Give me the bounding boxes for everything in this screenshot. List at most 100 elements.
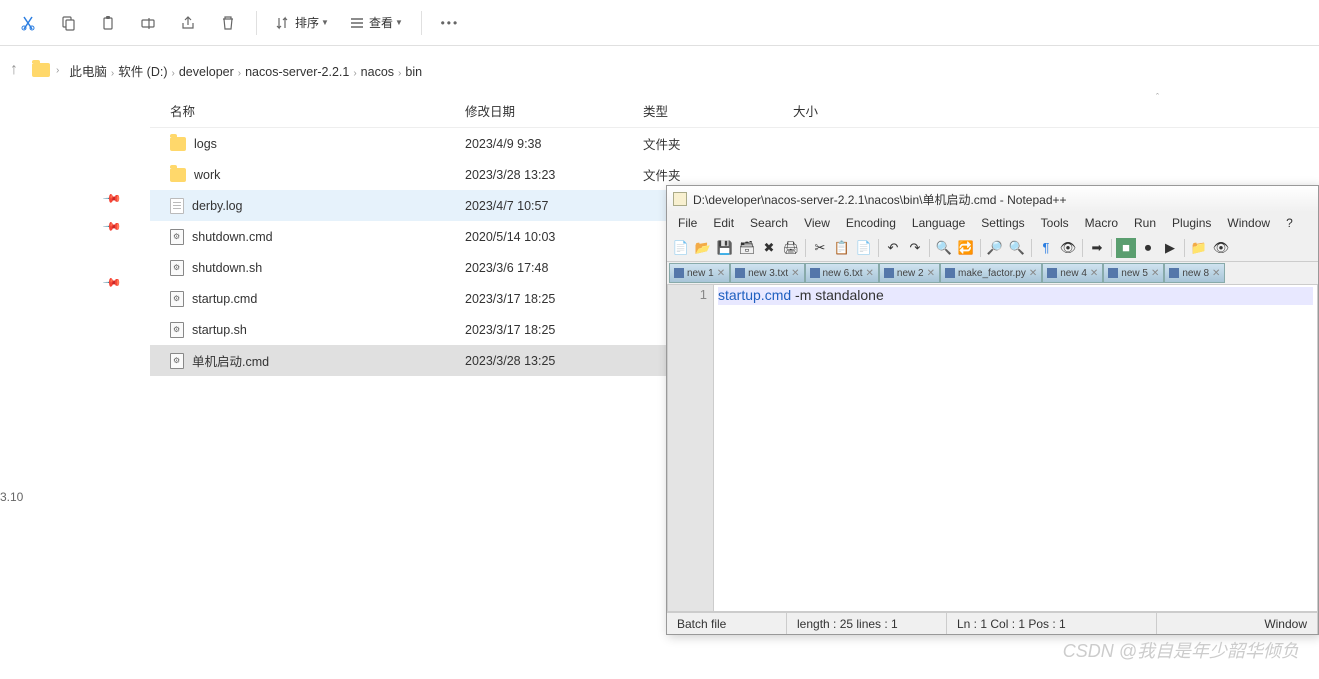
monitor-icon[interactable]: 👁 bbox=[1211, 238, 1231, 258]
cut-button[interactable] bbox=[10, 5, 46, 41]
status-filetype: Batch file bbox=[667, 613, 787, 634]
indent-icon[interactable]: ➡ bbox=[1087, 238, 1107, 258]
tab-close-icon[interactable]: ✕ bbox=[927, 268, 935, 279]
col-name[interactable]: 名称 bbox=[150, 101, 465, 120]
show-symbols-icon[interactable]: 👁 bbox=[1058, 238, 1078, 258]
pin-column: 📌 📌 📌 📌 bbox=[0, 94, 150, 679]
editor-tab[interactable]: new 3.txt✕ bbox=[730, 263, 804, 283]
menu-tools[interactable]: Tools bbox=[1034, 214, 1076, 232]
file-date: 2023/3/6 17:48 bbox=[465, 261, 643, 275]
zoom-in-icon[interactable]: 🔎 bbox=[985, 238, 1005, 258]
breadcrumb-segment[interactable]: 软件 (D:) bbox=[114, 63, 171, 81]
tab-close-icon[interactable]: ✕ bbox=[1212, 268, 1220, 279]
menu-view[interactable]: View bbox=[797, 214, 837, 232]
code-area[interactable]: startup.cmd -m standalone bbox=[714, 285, 1317, 611]
sort-button[interactable]: 排序 ▼ bbox=[267, 5, 337, 41]
editor-tab[interactable]: new 1✕ bbox=[669, 263, 730, 283]
record-macro-icon[interactable]: ⏺ bbox=[1138, 238, 1158, 258]
tab-file-icon bbox=[884, 268, 894, 278]
menu-?[interactable]: ? bbox=[1279, 214, 1300, 232]
file-name: startup.sh bbox=[192, 323, 247, 337]
open-file-icon[interactable]: 📂 bbox=[693, 238, 713, 258]
editor-tab[interactable]: new 8✕ bbox=[1164, 263, 1225, 283]
tab-close-icon[interactable]: ✕ bbox=[1090, 268, 1098, 279]
rename-button[interactable] bbox=[130, 5, 166, 41]
breadcrumb-segment[interactable]: nacos bbox=[357, 63, 398, 81]
find-icon[interactable]: 🔍 bbox=[934, 238, 954, 258]
menu-run[interactable]: Run bbox=[1127, 214, 1163, 232]
paste-button[interactable] bbox=[90, 5, 126, 41]
highlight-icon[interactable]: ■ bbox=[1116, 238, 1136, 258]
col-type[interactable]: 类型 bbox=[643, 101, 793, 120]
replace-icon[interactable]: 🔁 bbox=[956, 238, 976, 258]
chevron-down-icon: ▼ bbox=[395, 18, 403, 27]
npp-tabs: new 1✕new 3.txt✕new 6.txt✕new 2✕make_fac… bbox=[667, 262, 1318, 284]
editor-tab[interactable]: new 4✕ bbox=[1042, 263, 1103, 283]
col-date[interactable]: 修改日期 bbox=[465, 101, 643, 120]
list-header[interactable]: 名称 ˆ 修改日期 类型 大小 bbox=[150, 94, 1319, 128]
print-icon[interactable]: 🖨 bbox=[781, 238, 801, 258]
npp-title-text: D:\developer\nacos-server-2.2.1\nacos\bi… bbox=[693, 191, 1067, 208]
breadcrumb-segment[interactable]: 此电脑 bbox=[65, 63, 111, 81]
tab-close-icon[interactable]: ✕ bbox=[866, 268, 874, 279]
save-icon[interactable]: 💾 bbox=[715, 238, 735, 258]
file-row[interactable]: logs2023/4/9 9:38文件夹 bbox=[150, 128, 1319, 159]
menu-edit[interactable]: Edit bbox=[706, 214, 741, 232]
col-size[interactable]: 大小 bbox=[793, 101, 893, 120]
save-all-icon[interactable]: 🗃 bbox=[737, 238, 757, 258]
editor-tab[interactable]: new 5✕ bbox=[1103, 263, 1164, 283]
sort-label: 排序 bbox=[295, 14, 319, 31]
menu-search[interactable]: Search bbox=[743, 214, 795, 232]
menu-settings[interactable]: Settings bbox=[974, 214, 1031, 232]
code-line[interactable]: startup.cmd -m standalone bbox=[718, 287, 1313, 305]
breadcrumb-up-icon[interactable]: ↑ bbox=[10, 61, 26, 79]
tab-close-icon[interactable]: ✕ bbox=[1029, 268, 1037, 279]
new-file-icon[interactable]: 📄 bbox=[671, 238, 691, 258]
breadcrumb-segment[interactable]: bin bbox=[401, 63, 426, 81]
redo-icon[interactable]: ↷ bbox=[905, 238, 925, 258]
menu-window[interactable]: Window bbox=[1220, 214, 1277, 232]
play-macro-icon[interactable]: ▶ bbox=[1160, 238, 1180, 258]
npp-titlebar[interactable]: D:\developer\nacos-server-2.2.1\nacos\bi… bbox=[667, 186, 1318, 212]
undo-icon[interactable]: ↶ bbox=[883, 238, 903, 258]
copy-icon[interactable]: 📋 bbox=[832, 238, 852, 258]
menu-plugins[interactable]: Plugins bbox=[1165, 214, 1218, 232]
breadcrumb: ↑ › 此电脑›软件 (D:)›developer›nacos-server-2… bbox=[0, 46, 1319, 94]
tab-close-icon[interactable]: ✕ bbox=[1151, 268, 1159, 279]
cmd-icon bbox=[170, 353, 184, 369]
cmd-icon bbox=[170, 260, 184, 276]
file-name: startup.cmd bbox=[192, 292, 257, 306]
delete-button[interactable] bbox=[210, 5, 246, 41]
npp-editor[interactable]: 1 startup.cmd -m standalone bbox=[667, 284, 1318, 612]
npp-statusbar: Batch file length : 25 lines : 1 Ln : 1 … bbox=[667, 612, 1318, 634]
menu-macro[interactable]: Macro bbox=[1078, 214, 1125, 232]
more-button[interactable]: ••• bbox=[432, 5, 468, 41]
version-text: 3.10 bbox=[0, 490, 23, 504]
menu-file[interactable]: File bbox=[671, 214, 704, 232]
explorer-toolbar: 排序 ▼ 查看 ▼ ••• bbox=[0, 0, 1319, 46]
tab-close-icon[interactable]: ✕ bbox=[717, 268, 725, 279]
tab-file-icon bbox=[1047, 268, 1057, 278]
menu-encoding[interactable]: Encoding bbox=[839, 214, 903, 232]
tab-close-icon[interactable]: ✕ bbox=[791, 268, 799, 279]
view-button[interactable]: 查看 ▼ bbox=[341, 5, 411, 41]
close-icon[interactable]: ✖ bbox=[759, 238, 779, 258]
copy-button[interactable] bbox=[50, 5, 86, 41]
editor-tab[interactable]: new 2✕ bbox=[879, 263, 940, 283]
tab-label: new 8 bbox=[1182, 268, 1209, 279]
tab-file-icon bbox=[810, 268, 820, 278]
share-button[interactable] bbox=[170, 5, 206, 41]
paste-icon[interactable]: 📄 bbox=[854, 238, 874, 258]
notepadpp-window: D:\developer\nacos-server-2.2.1\nacos\bi… bbox=[666, 185, 1319, 635]
menu-language[interactable]: Language bbox=[905, 214, 972, 232]
cut-icon[interactable]: ✂ bbox=[810, 238, 830, 258]
separator bbox=[929, 239, 930, 257]
file-date: 2023/4/7 10:57 bbox=[465, 199, 643, 213]
editor-tab[interactable]: make_factor.py✕ bbox=[940, 263, 1042, 283]
editor-tab[interactable]: new 6.txt✕ bbox=[805, 263, 879, 283]
folder-icon[interactable]: 📁 bbox=[1189, 238, 1209, 258]
wrap-icon[interactable]: ¶ bbox=[1036, 238, 1056, 258]
breadcrumb-segment[interactable]: nacos-server-2.2.1 bbox=[241, 63, 353, 81]
zoom-out-icon[interactable]: 🔍 bbox=[1007, 238, 1027, 258]
breadcrumb-segment[interactable]: developer bbox=[175, 63, 238, 81]
